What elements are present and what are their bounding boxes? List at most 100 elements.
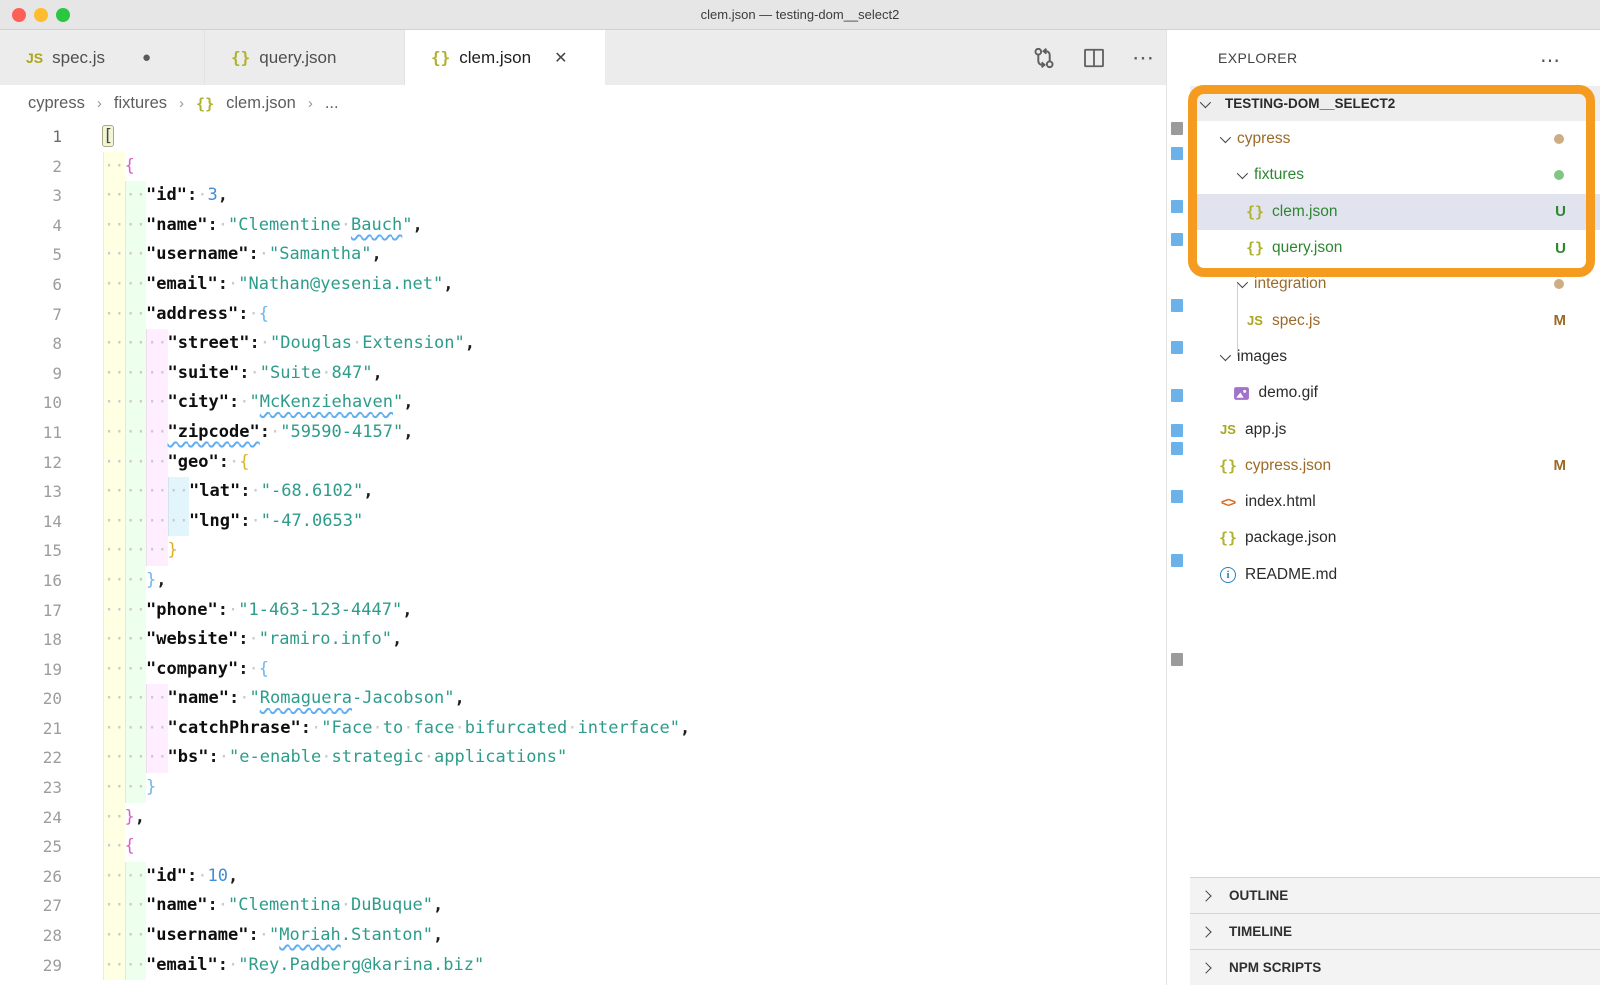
code-line[interactable]: 25··{ [0,832,1166,862]
split-editor-icon[interactable] [1082,46,1106,70]
code-line[interactable]: 26····"id":·10, [0,862,1166,892]
code-line[interactable]: 6····"email":·"Nathan@yesenia.net", [0,270,1166,300]
tree-item-app.js[interactable]: JSapp.js [1190,411,1600,447]
code-lines: 1[2··{3····"id":·3,4····"name":·"Clement… [0,122,1166,980]
code-line[interactable]: 2··{ [0,152,1166,182]
code-line[interactable]: 10······"city":·"McKenziehaven", [0,388,1166,418]
line-number: 18 [0,625,62,655]
whitespace-dot: · [126,304,136,324]
code-line[interactable]: 19····"company":·{ [0,655,1166,685]
chevron-down-icon[interactable] [1237,277,1248,288]
panel-label: TIMELINE [1229,924,1292,939]
window-title: clem.json — testing-dom__select2 [701,7,900,22]
workspace-section-header[interactable]: TESTING-DOM__SELECT2 [1190,86,1600,121]
tab-query.json[interactable]: {}query.json [205,30,405,85]
explorer-more-actions-icon[interactable]: ⋯ [1540,48,1562,73]
tab-spec.js[interactable]: JSspec.js● [0,30,205,85]
zoom-window-button[interactable] [56,8,70,22]
code-line[interactable]: 14········"lng":·"-47.0653" [0,507,1166,537]
code-line[interactable]: 13········"lat":·"-68.6102", [0,477,1166,507]
whitespace-dot: · [219,747,229,767]
code-line[interactable]: 21······"catchPhrase":·"Face·to·face·bif… [0,714,1166,744]
chevron-down-icon[interactable] [1220,132,1231,143]
code-line[interactable]: 12······"geo":·{ [0,448,1166,478]
chevron-down-icon[interactable] [1220,350,1231,361]
code-line[interactable]: 9······"suite":·"Suite·847", [0,359,1166,389]
whitespace-dot: · [251,511,261,531]
code-line[interactable]: 27····"name":·"Clementina·DuBuque", [0,891,1166,921]
breadcrumb-item[interactable]: fixtures [114,94,167,113]
tree-item-label: fixtures [1254,166,1304,184]
code-line[interactable]: 7····"address":·{ [0,300,1166,330]
tree-item-clem.json[interactable]: {}clem.jsonU [1190,194,1600,230]
code-line[interactable]: 11······"zipcode":·"59590-4157", [0,418,1166,448]
tree-item-images[interactable]: images [1190,339,1600,375]
breadcrumb-item[interactable]: cypress [28,94,85,113]
tree-item-cypress[interactable]: cypress [1190,121,1600,157]
close-icon[interactable]: ✕ [554,48,567,68]
open-changes-icon[interactable] [1032,46,1056,70]
explorer-title: EXPLORER [1218,50,1297,66]
code-line[interactable]: 1[ [0,122,1166,152]
titlebar: clem.json — testing-dom__select2 [0,0,1600,30]
editor-more-actions-icon[interactable]: ⋯ [1132,53,1156,63]
code-line[interactable]: 16····}, [0,566,1166,596]
tree-item-spec.js[interactable]: JSspec.jsM [1190,302,1600,338]
breadcrumb-item[interactable]: ... [325,94,339,113]
whitespace-dot: · [126,215,136,235]
code-line[interactable]: 18····"website":·"ramiro.info", [0,625,1166,655]
tab-clem.json[interactable]: {}clem.json✕ [405,30,605,85]
whitespace-dot: · [104,304,114,324]
chevron-down-icon[interactable] [1237,168,1248,179]
code-line[interactable]: 5····"username":·"Samantha", [0,240,1166,270]
code-line[interactable]: 3····"id":·3, [0,181,1166,211]
code-line[interactable]: 29····"email":·"Rey.Padberg@karina.biz" [0,951,1166,981]
tree-item-integration[interactable]: integration [1190,266,1600,302]
whitespace-dot: · [114,215,124,235]
panel-timeline[interactable]: TIMELINE [1190,913,1600,949]
whitespace-dot: · [157,688,167,708]
panel-npm-scripts[interactable]: NPM SCRIPTS [1190,949,1600,985]
whitespace-dot: · [114,540,124,560]
whitespace-dot: · [136,392,146,412]
breadcrumb-item[interactable]: clem.json [226,94,296,113]
code-line[interactable]: 24··}, [0,803,1166,833]
line-number: 28 [0,921,62,951]
code-line[interactable]: 22······"bs":·"e-enable·strategic·applic… [0,743,1166,773]
whitespace-dot: · [114,511,124,531]
code-line[interactable]: 17····"phone":·"1-463-123-4447", [0,596,1166,626]
whitespace-dot: · [373,718,383,738]
code-editor[interactable]: 1[2··{3····"id":·3,4····"name":·"Clement… [0,122,1166,985]
whitespace-dot: · [114,156,124,176]
code-line[interactable]: 4····"name":·"Clementine·Bauch", [0,211,1166,241]
close-window-button[interactable] [12,8,26,22]
overview-mark [1171,200,1183,213]
whitespace-dot: · [136,511,146,531]
code-line[interactable]: 23····} [0,773,1166,803]
tree-item-package.json[interactable]: {}package.json [1190,520,1600,556]
code-line[interactable]: 20······"name":·"Romaguera-Jacobson", [0,684,1166,714]
tree-item-index.html[interactable]: <>index.html [1190,484,1600,520]
whitespace-dot: · [126,185,136,205]
overview-ruler[interactable] [1166,30,1190,985]
code-line[interactable]: 15······} [0,536,1166,566]
tree-item-README.md[interactable]: iREADME.md [1190,557,1600,593]
chevron-right-icon [1200,926,1211,937]
code-line[interactable]: 28····"username":·"Moriah.Stanton", [0,921,1166,951]
line-number: 23 [0,773,62,803]
whitespace-dot: · [147,481,157,501]
code-line[interactable]: 8······"street":·"Douglas·Extension", [0,329,1166,359]
code-text: ····"name":·"Clementine·Bauch", [62,211,423,241]
tree-item-demo.gif[interactable]: demo.gif [1190,375,1600,411]
panel-outline[interactable]: OUTLINE [1190,877,1600,913]
whitespace-dot: · [114,600,124,620]
whitespace-dot: · [228,955,238,975]
whitespace-dot: · [250,363,260,383]
minimize-window-button[interactable] [34,8,48,22]
tree-item-query.json[interactable]: {}query.jsonU [1190,230,1600,266]
tree-item-cypress.json[interactable]: {}cypress.jsonM [1190,448,1600,484]
whitespace-dot: · [114,747,124,767]
code-text: ····"website":·"ramiro.info", [62,625,402,655]
line-number: 29 [0,951,62,981]
tree-item-fixtures[interactable]: fixtures [1190,157,1600,193]
